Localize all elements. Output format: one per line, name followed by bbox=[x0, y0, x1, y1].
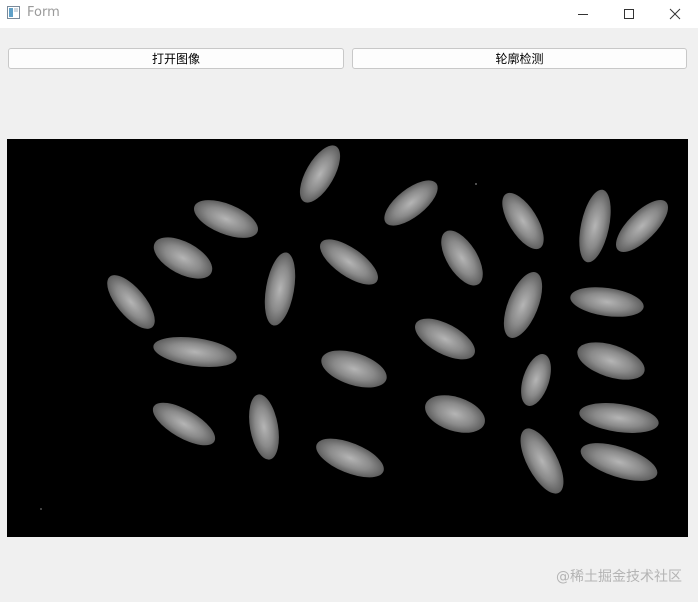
close-button[interactable] bbox=[652, 0, 698, 28]
maximize-icon bbox=[624, 9, 634, 19]
app-window-icon bbox=[7, 6, 20, 19]
minimize-button[interactable] bbox=[560, 0, 606, 28]
contour-detect-button[interactable]: 轮廓检测 bbox=[352, 48, 687, 69]
watermark: @稀土掘金技术社区 bbox=[556, 569, 682, 585]
close-icon bbox=[669, 8, 681, 20]
rice-grains-image bbox=[7, 139, 688, 537]
window-title: Form bbox=[27, 5, 60, 20]
form-window: Form 打开图像 轮廓检测 @稀土掘金技术社区 bbox=[0, 0, 698, 602]
noise-speck bbox=[475, 183, 477, 185]
title-bar[interactable]: Form bbox=[0, 0, 698, 28]
noise-speck bbox=[40, 508, 42, 510]
open-image-button[interactable]: 打开图像 bbox=[8, 48, 344, 69]
minimize-icon bbox=[578, 14, 588, 15]
maximize-button[interactable] bbox=[606, 0, 652, 28]
image-display bbox=[7, 139, 688, 537]
